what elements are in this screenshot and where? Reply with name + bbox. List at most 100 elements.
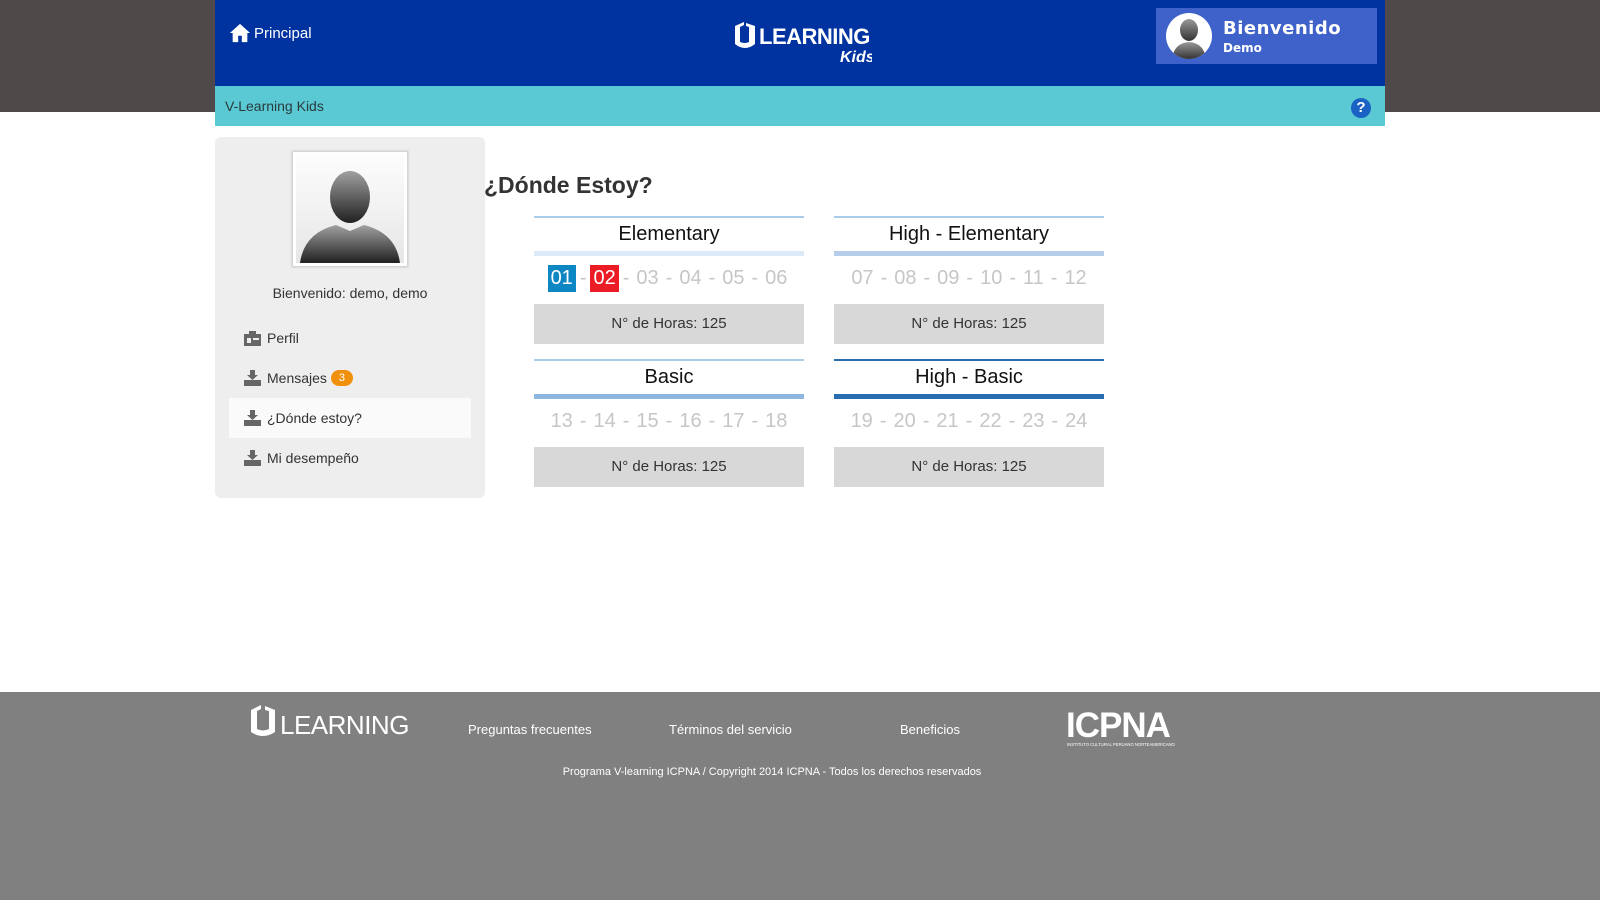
course-number: 10 <box>980 267 1003 289</box>
number-separator: - <box>622 410 630 432</box>
vlearning-kids-logo: LEARNING Kids <box>735 22 872 64</box>
course-number: 21 <box>936 410 959 432</box>
sidebar-item-mi-desempeno[interactable]: Mi desempeño <box>229 438 471 478</box>
course-number: 05 <box>722 267 745 289</box>
course-number: 11 <box>1023 267 1044 289</box>
number-separator: - <box>751 410 759 432</box>
level-name: Elementary <box>534 216 804 251</box>
user-silhouette-icon <box>1172 19 1206 59</box>
level-progress-bar <box>534 394 804 399</box>
sidebar-item-label: ¿Dónde estoy? <box>267 410 362 426</box>
level-course-numbers: 19-20-21-22-23-24 <box>834 408 1104 435</box>
number-separator: - <box>579 410 587 432</box>
level-hours: N° de Horas: 125 <box>534 447 804 487</box>
number-separator: - <box>922 410 930 432</box>
icpna-logo-subtitle: INSTITUTO CULTURAL PERUANO NORTEAMERICAN… <box>1067 742 1176 747</box>
course-number: 08 <box>894 267 917 289</box>
sidebar-welcome: Bienvenido: demo, demo <box>272 285 428 301</box>
home-icon <box>229 23 251 43</box>
level-hours: N° de Horas: 125 <box>834 304 1104 344</box>
level-card-high-elementary: High - Elementary 07-08-09-10-11-12 N° d… <box>834 216 1104 344</box>
footer-link-terms[interactable]: Términos del servicio <box>669 722 792 737</box>
number-separator: - <box>579 267 587 289</box>
icpna-logo-text: ICPNA <box>1066 708 1171 745</box>
sidebar-item-mensajes[interactable]: Mensajes 3 <box>229 358 471 398</box>
inbox-icon <box>244 450 261 466</box>
number-separator: - <box>966 267 974 289</box>
messages-count-badge: 3 <box>330 370 354 386</box>
header: Principal LEARNING Kids Bienvenido Demo <box>215 0 1385 86</box>
level-course-numbers: 01-02-03-04-05-06 <box>534 265 804 292</box>
number-separator: - <box>708 410 716 432</box>
course-number: 12 <box>1064 267 1087 289</box>
sidebar-nav: Perfil Mensajes 3 ¿Dónde estoy? Mi desem… <box>229 318 471 478</box>
course-number: 17 <box>722 410 745 432</box>
number-separator: - <box>1051 410 1059 432</box>
course-number: 19 <box>850 410 873 432</box>
level-course-numbers: 13-14-15-16-17-18 <box>534 408 804 435</box>
logo-text: LEARNING <box>759 24 870 49</box>
level-progress-bar <box>834 394 1104 399</box>
sidebar-item-donde-estoy[interactable]: ¿Dónde estoy? <box>229 398 471 438</box>
course-number: 13 <box>550 410 573 432</box>
course-number: 16 <box>679 410 702 432</box>
number-separator: - <box>923 267 931 289</box>
user-welcome-box[interactable]: Bienvenido Demo <box>1156 8 1377 64</box>
inbox-icon <box>244 370 261 386</box>
number-separator: - <box>1008 410 1016 432</box>
level-hours: N° de Horas: 125 <box>534 304 804 344</box>
number-separator: - <box>665 267 673 289</box>
course-number: 06 <box>765 267 788 289</box>
course-number: 20 <box>893 410 916 432</box>
user-avatar <box>1166 13 1212 59</box>
id-card-icon <box>244 330 261 346</box>
level-name: High - Basic <box>834 359 1104 394</box>
profile-picture <box>292 151 408 267</box>
number-separator: - <box>880 267 888 289</box>
sidebar-item-label: Mi desempeño <box>267 450 359 466</box>
number-separator: - <box>965 410 973 432</box>
home-link[interactable]: Principal <box>229 22 312 44</box>
course-number: 07 <box>851 267 874 289</box>
sidebar-item-perfil[interactable]: Perfil <box>229 318 471 358</box>
course-number: 09 <box>937 267 960 289</box>
course-number: 24 <box>1065 410 1088 432</box>
number-separator: - <box>751 267 759 289</box>
course-number: 04 <box>679 267 702 289</box>
number-separator: - <box>1050 267 1058 289</box>
sidebar-item-label: Mensajes <box>267 370 327 386</box>
footer-copyright: Programa V-learning ICPNA / Copyright 20… <box>562 766 982 778</box>
help-icon[interactable]: ? <box>1351 98 1371 118</box>
level-card-basic: Basic 13-14-15-16-17-18 N° de Horas: 125 <box>534 359 804 487</box>
course-number: 02 <box>590 265 619 292</box>
sidebar-item-label: Perfil <box>267 330 299 346</box>
home-label: Principal <box>254 24 312 42</box>
sub-navigation-bar: V-Learning Kids ? <box>215 86 1385 126</box>
inbox-icon <box>244 410 261 426</box>
user-silhouette-icon <box>300 171 400 263</box>
level-card-high-basic: High - Basic 19-20-21-22-23-24 N° de Hor… <box>834 359 1104 487</box>
course-number: 15 <box>636 410 659 432</box>
number-separator: - <box>879 410 887 432</box>
course-number: 23 <box>1022 410 1045 432</box>
logo-sub: Kids <box>840 49 872 64</box>
level-progress-bar <box>534 251 804 256</box>
level-hours: N° de Horas: 125 <box>834 447 1104 487</box>
number-separator: - <box>708 267 716 289</box>
level-name: Basic <box>534 359 804 394</box>
site-title: V-Learning Kids <box>225 98 324 114</box>
number-separator: - <box>665 410 673 432</box>
level-card-elementary: Elementary 01-02-03-04-05-06 N° de Horas… <box>534 216 804 344</box>
course-number: 22 <box>979 410 1002 432</box>
footer-link-benefits[interactable]: Beneficios <box>900 722 960 737</box>
level-course-numbers: 07-08-09-10-11-12 <box>834 265 1104 292</box>
number-separator: - <box>1009 267 1016 289</box>
footer-link-faq[interactable]: Preguntas frecuentes <box>468 722 592 737</box>
footer: LEARNING Preguntas frecuentes Términos d… <box>0 692 1600 900</box>
page-title: ¿Dónde Estoy? <box>484 172 653 198</box>
course-number: 03 <box>636 267 659 289</box>
footer-logo-text: LEARNING <box>280 710 409 740</box>
course-number: 18 <box>765 410 788 432</box>
vlearning-footer-logo: LEARNING <box>251 705 409 740</box>
sidebar: Bienvenido: demo, demo Perfil Mensajes 3… <box>215 137 485 498</box>
